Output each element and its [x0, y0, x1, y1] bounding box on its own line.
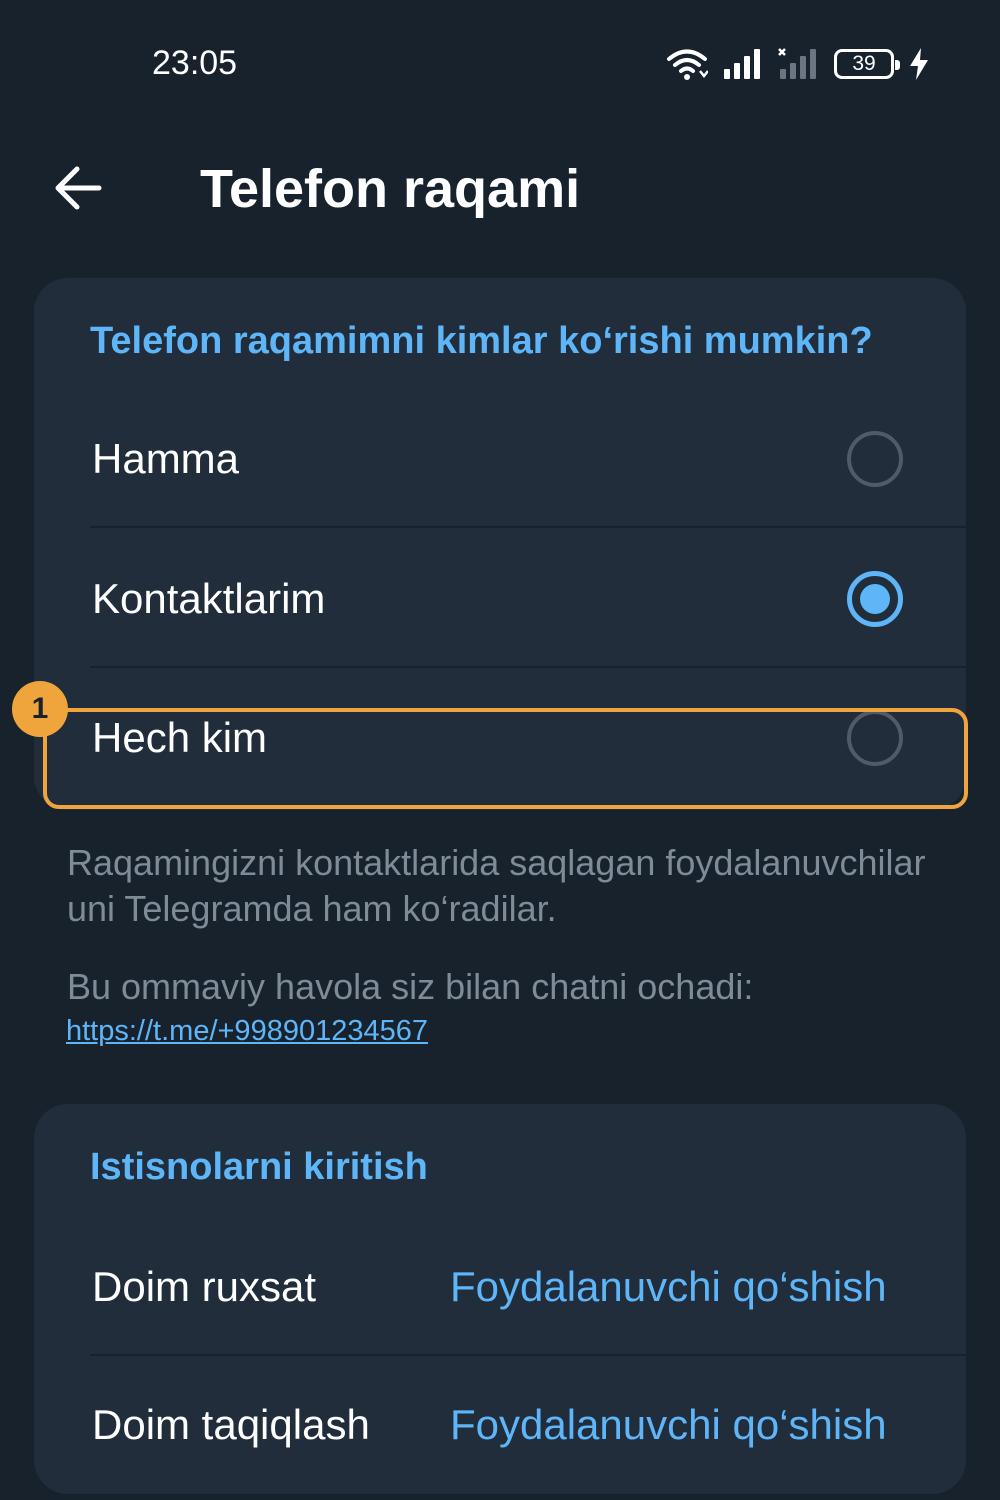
add-users-button[interactable]: Foydalanuvchi qo‘shish	[450, 1401, 887, 1449]
exception-never-allow[interactable]: Doim taqiqlash Foydalanuvchi qo‘shish	[34, 1356, 966, 1494]
radio-checked-icon[interactable]	[847, 571, 903, 627]
privacy-card: Telefon raqamimni kimlar ko‘rishi mumkin…	[34, 278, 966, 810]
exception-label: Doim ruxsat	[92, 1263, 317, 1310]
option-label: Hamma	[92, 435, 240, 482]
radio-unchecked-icon[interactable]	[847, 710, 903, 766]
option-everybody[interactable]: Hamma	[34, 390, 966, 528]
privacy-section-title: Telefon raqamimni kimlar ko‘rishi mumkin…	[90, 320, 873, 362]
status-icons: 39	[666, 44, 930, 84]
exceptions-card: Istisnolarni kiritish Doim ruxsat Foydal…	[34, 1104, 966, 1494]
wifi-icon	[667, 49, 708, 80]
public-link[interactable]: https://t.me/+998901234567	[66, 1015, 428, 1048]
public-link-intro: Bu ommaviy havola siz bilan chatni ochad…	[67, 966, 754, 1007]
divider	[90, 666, 966, 668]
charging-icon	[910, 48, 928, 80]
exception-always-allow[interactable]: Doim ruxsat Foydalanuvchi qo‘shish	[34, 1218, 966, 1356]
arrow-left-icon	[55, 166, 102, 210]
battery-level: 39	[852, 52, 876, 75]
add-users-button[interactable]: Foydalanuvchi qo‘shish	[450, 1263, 887, 1311]
exceptions-section-title: Istisnolarni kiritish	[90, 1146, 428, 1188]
divider	[90, 526, 966, 528]
option-label: Kontaktlarim	[92, 575, 326, 622]
option-my-contacts[interactable]: Kontaktlarim	[34, 530, 966, 668]
back-button[interactable]	[46, 156, 110, 220]
battery-icon: 39	[834, 49, 900, 79]
status-time: 23:05	[152, 44, 238, 82]
signal-icon	[724, 49, 760, 79]
page-title: Telefon raqami	[200, 159, 581, 219]
option-nobody[interactable]: Hech kim	[34, 670, 966, 808]
no-signal-icon	[778, 48, 816, 79]
header: Telefon raqami	[0, 130, 1000, 250]
privacy-description: Raqamingizni kontaktlarida saqlagan foyd…	[67, 842, 926, 929]
exception-label: Doim taqiqlash	[92, 1401, 370, 1448]
highlight-badge: 1	[12, 681, 68, 737]
status-bar: 23:05 39	[0, 0, 1000, 120]
screen: 23:05 39 Telefon raqami Telefon raqamimn…	[0, 0, 1000, 1500]
radio-unchecked-icon[interactable]	[847, 431, 903, 487]
option-label: Hech kim	[92, 714, 268, 761]
